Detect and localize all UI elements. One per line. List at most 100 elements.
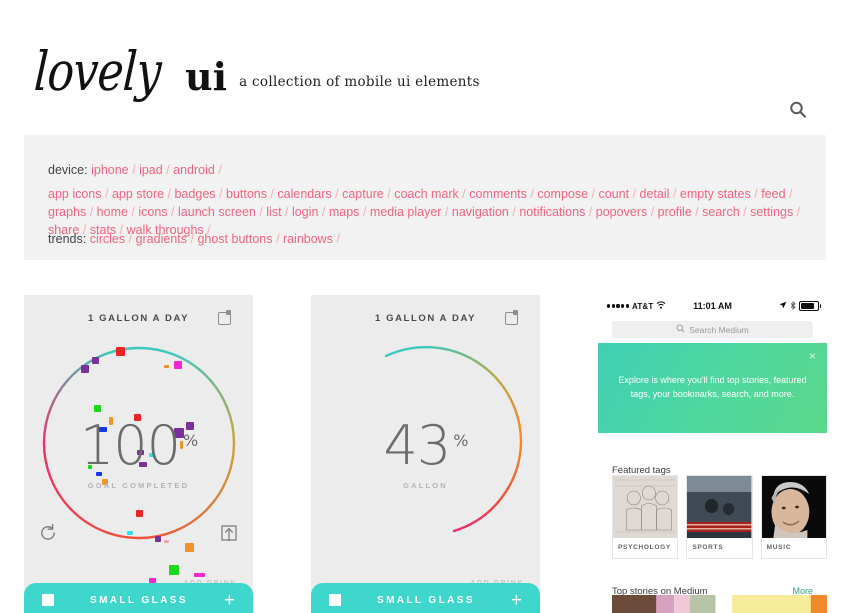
tag-filter-panel: device: iphone / ipad / android / app ic… <box>24 135 826 260</box>
search-placeholder-text: Search Medium <box>689 324 749 335</box>
tag-link-ghost-buttons[interactable]: ghost buttons <box>197 232 272 246</box>
expand-square-icon[interactable] <box>218 310 231 325</box>
stop-square-icon[interactable] <box>42 594 54 606</box>
tag-link-calendars[interactable]: calendars <box>277 187 331 201</box>
tag-link-login[interactable]: login <box>292 205 318 219</box>
confetti-piece <box>169 565 179 575</box>
confetti-piece <box>164 365 169 368</box>
tag-separator: / <box>669 187 677 201</box>
tag-separator: / <box>793 205 801 219</box>
expand-square-icon[interactable] <box>505 310 518 325</box>
tag-link-media-player[interactable]: media player <box>370 205 442 219</box>
logo-script-text: lovely <box>32 40 163 103</box>
tag-link-count[interactable]: count <box>599 187 630 201</box>
tag-link-icons[interactable]: icons <box>138 205 167 219</box>
card2-bottom-bar-label: SMALL GLASS <box>377 594 475 606</box>
tag-link-empty-states[interactable]: empty states <box>680 187 751 201</box>
search-icon[interactable] <box>788 100 808 120</box>
featured-tag-card[interactable]: PSYCHOLOGY <box>612 475 679 559</box>
card2-subtitle: GALLON <box>403 481 448 490</box>
tag-link-comments[interactable]: comments <box>469 187 527 201</box>
tag-link-app-store[interactable]: app store <box>112 187 164 201</box>
top-stories-strip <box>612 595 827 613</box>
tag-separator: / <box>266 187 274 201</box>
card1-value-number: 100 <box>79 414 181 477</box>
popover-message: Explore is where you'll find top stories… <box>618 375 807 399</box>
plus-icon[interactable]: + <box>511 591 522 610</box>
tag-link-circles[interactable]: circles <box>90 232 125 246</box>
site-tagline: a collection of mobile ui elements <box>239 74 480 91</box>
confetti-piece <box>155 536 161 542</box>
tag-link-rainbows[interactable]: rainbows <box>283 232 333 246</box>
featured-tag-card[interactable]: MUSIC <box>760 475 827 559</box>
tag-link-popovers[interactable]: popovers <box>596 205 647 219</box>
search-icon <box>676 324 685 335</box>
close-icon[interactable]: × <box>809 350 816 362</box>
device-tag-row: device: iphone / ipad / android / <box>48 161 222 179</box>
location-arrow-icon <box>779 301 787 311</box>
gallery-card-medium-explore[interactable]: AT&T 11:01 AM Search Medium × Explore is… <box>598 295 827 613</box>
tag-separator: / <box>214 163 222 177</box>
story-thumbnail[interactable] <box>612 595 716 613</box>
tag-separator: / <box>441 205 449 219</box>
featured-tag-card[interactable]: SPORTS <box>686 475 753 559</box>
featured-tag-caption: MUSIC <box>766 544 792 551</box>
tag-link-settings[interactable]: settings <box>750 205 793 219</box>
plus-icon[interactable]: + <box>224 591 235 610</box>
tag-separator: / <box>167 205 175 219</box>
tag-link-home[interactable]: home <box>97 205 128 219</box>
share-icon[interactable] <box>219 523 239 545</box>
tag-link-compose[interactable]: compose <box>537 187 588 201</box>
confetti-piece <box>174 361 182 369</box>
tag-link-coach-mark[interactable]: coach mark <box>394 187 459 201</box>
tag-link-notifications[interactable]: notifications <box>519 205 585 219</box>
tag-link-detail[interactable]: detail <box>640 187 670 201</box>
explore-popover: × Explore is where you'll find top stori… <box>598 343 827 433</box>
tag-separator: / <box>383 187 391 201</box>
lovelyui-gallery-page: lovely ui a collection of mobile ui elem… <box>0 0 850 613</box>
confetti-piece <box>185 543 194 552</box>
tag-link-iphone[interactable]: iphone <box>91 163 129 177</box>
tag-link-search[interactable]: search <box>702 205 740 219</box>
tag-link-profile[interactable]: profile <box>658 205 692 219</box>
tag-link-navigation[interactable]: navigation <box>452 205 509 219</box>
tag-separator: / <box>508 205 516 219</box>
tag-separator: / <box>588 187 596 201</box>
featured-tag-caption: SPORTS <box>692 544 724 551</box>
gallery-card-water-100[interactable]: 1 GALLON A DAY 100 % GOAL COMPLETED SMAL… <box>24 295 253 613</box>
site-logo[interactable]: lovely ui a collection of mobile ui elem… <box>32 40 480 103</box>
story-thumbnail[interactable] <box>723 595 828 613</box>
tag-link-ipad[interactable]: ipad <box>139 163 163 177</box>
tag-link-graphs[interactable]: graphs <box>48 205 86 219</box>
tag-link-maps[interactable]: maps <box>329 205 360 219</box>
refresh-icon[interactable] <box>38 523 58 543</box>
tag-link-launch-screen[interactable]: launch screen <box>178 205 256 219</box>
card2-bottom-bar[interactable]: SMALL GLASS + <box>311 583 540 613</box>
tag-separator: / <box>526 187 534 201</box>
gallery-card-water-43[interactable]: 1 GALLON A DAY 43 % GALLON SMALL GLASS + <box>311 295 540 613</box>
tag-link-buttons[interactable]: buttons <box>226 187 267 201</box>
tag-link-android[interactable]: android <box>173 163 215 177</box>
tag-link-gradients[interactable]: gradients <box>136 232 187 246</box>
tag-link-list[interactable]: list <box>266 205 281 219</box>
psychology-thumbnail <box>613 476 678 538</box>
tag-separator: / <box>164 187 172 201</box>
sports-thumbnail <box>687 476 752 538</box>
tag-link-app-icons[interactable]: app icons <box>48 187 102 201</box>
battery-icon <box>799 301 821 311</box>
tag-link-feed[interactable]: feed <box>761 187 785 201</box>
tag-link-badges[interactable]: badges <box>175 187 216 201</box>
logo-bold-text: ui <box>185 54 228 100</box>
music-thumbnail <box>761 476 826 538</box>
bluetooth-icon <box>790 300 796 312</box>
confetti-piece <box>127 531 133 535</box>
tag-link-capture[interactable]: capture <box>342 187 384 201</box>
tag-separator: / <box>125 232 133 246</box>
search-input[interactable]: Search Medium <box>612 321 813 338</box>
tag-separator: / <box>750 187 758 201</box>
tag-separator: / <box>162 163 170 177</box>
stop-square-icon[interactable] <box>329 594 341 606</box>
featured-tags-list: PSYCHOLOGY SPORTS MUSIC <box>612 475 827 559</box>
water-app-screen-1: 1 GALLON A DAY 100 % GOAL COMPLETED SMAL… <box>24 295 253 613</box>
card1-bottom-bar[interactable]: SMALL GLASS + <box>24 583 253 613</box>
